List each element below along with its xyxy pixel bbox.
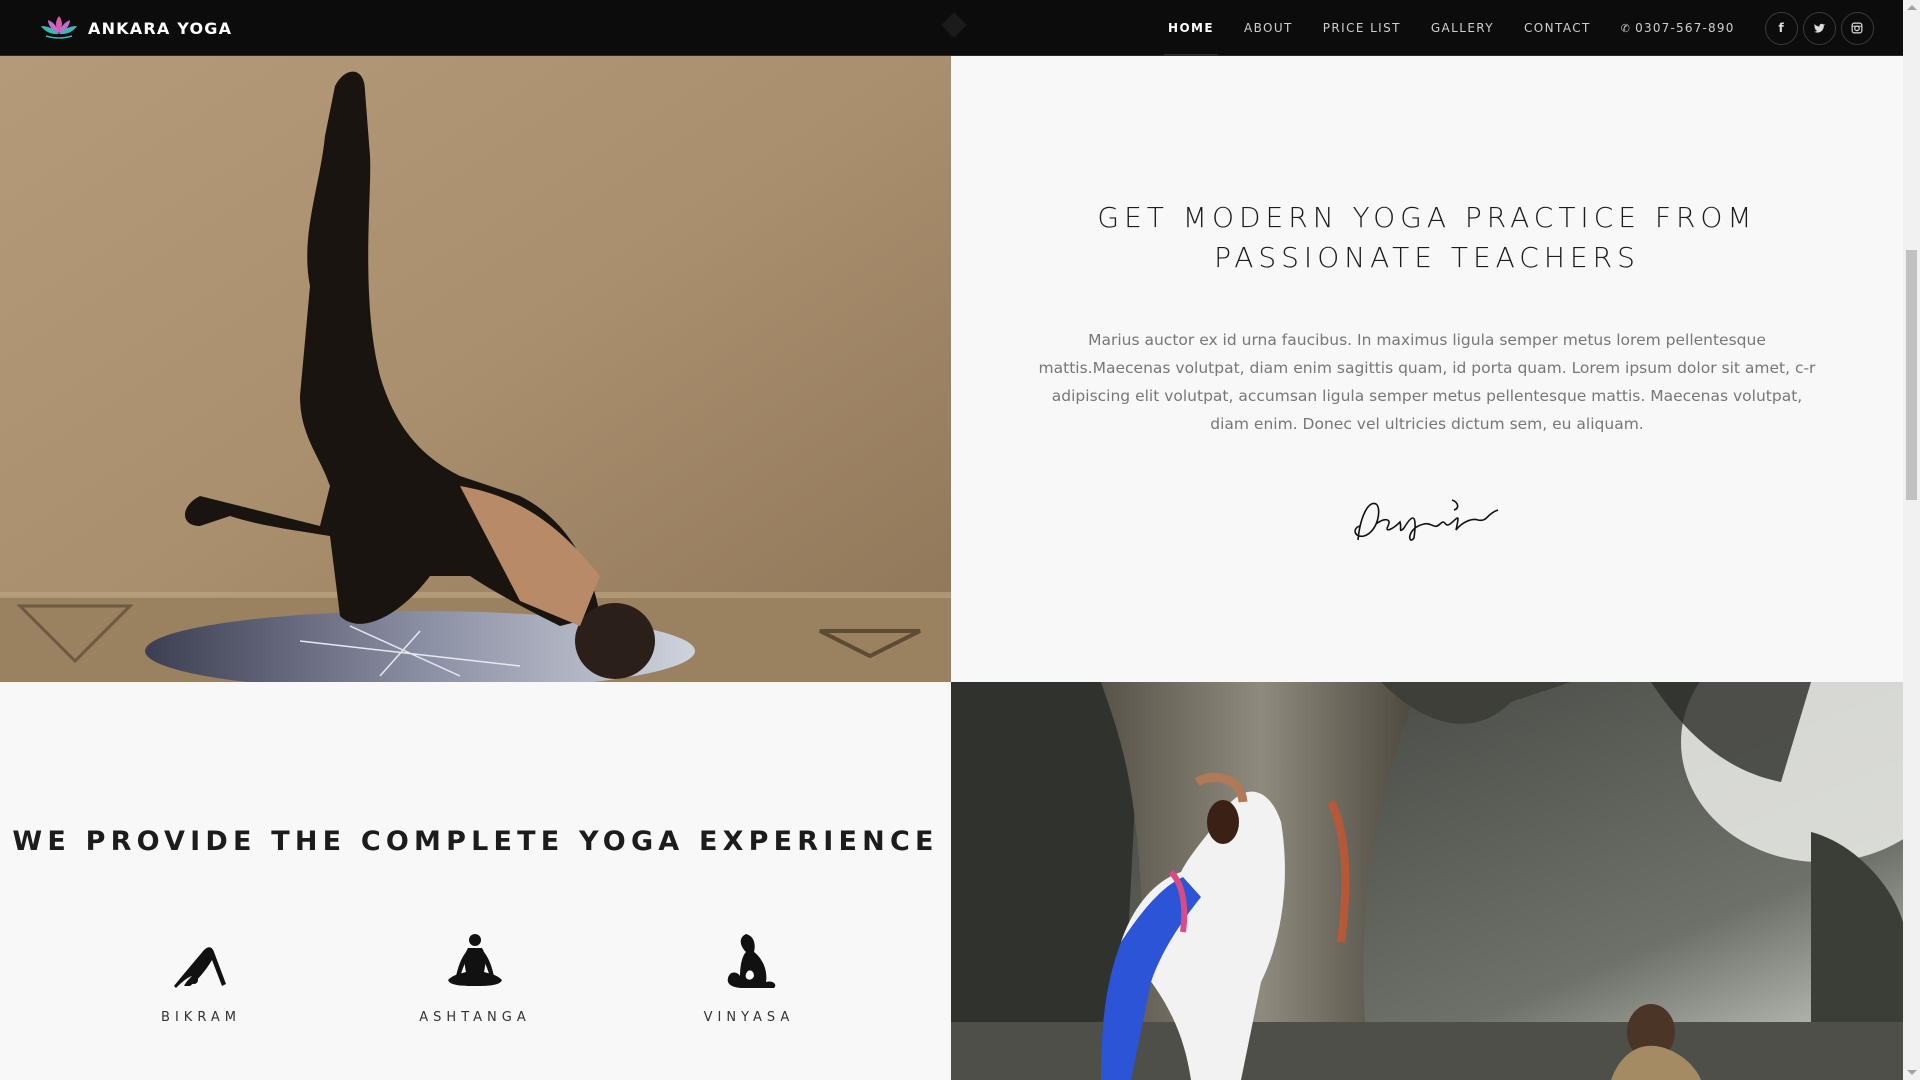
twitter-icon[interactable] [1802, 11, 1836, 45]
experience-heading: WE PROVIDE THE COMPLETE YOGA EXPERIENCE [12, 826, 939, 857]
facebook-icon[interactable]: f [1764, 11, 1798, 45]
brand-name: ANKARA YOGA [88, 18, 233, 38]
phone-icon: ✆ [1620, 22, 1632, 35]
nav-home[interactable]: HOME [1164, 0, 1218, 56]
intro-section: GET MODERN YOGA PRACTICE FROM PASSIONATE… [951, 56, 1903, 682]
instagram-icon[interactable] [1840, 11, 1874, 45]
style-label: BIKRAM [161, 1010, 241, 1025]
nav-contact[interactable]: CONTACT [1524, 0, 1591, 56]
nav-phone[interactable]: ✆ 0307-567-890 [1621, 21, 1735, 35]
nav-center-ornament [941, 12, 967, 38]
social-links: f [1764, 11, 1874, 45]
style-bikram[interactable]: BIKRAM [111, 930, 291, 1025]
woman-yoga-under-tree-photo [951, 682, 1903, 1080]
style-label: ASHTANGA [419, 1010, 531, 1025]
scroll-up-arrow[interactable] [1907, 5, 1917, 10]
scroll-down-arrow[interactable] [1907, 1070, 1917, 1075]
main-nav: HOME ABOUT PRICE LIST GALLERY CONTACT ✆ 0… [1164, 0, 1874, 56]
king-pigeon-pose-icon [727, 934, 776, 988]
experience-section: WE PROVIDE THE COMPLETE YOGA EXPERIENCE … [0, 682, 951, 1080]
navbar: ANKARA YOGA HOME ABOUT PRICE LIST GALLER… [0, 0, 1903, 56]
style-label: VINYASA [703, 1010, 795, 1025]
nav-price-list[interactable]: PRICE LIST [1323, 0, 1401, 56]
lotus-meditation-pose-icon [448, 934, 502, 986]
page-scrollbar[interactable] [1903, 0, 1920, 1080]
nav-gallery[interactable]: GALLERY [1431, 0, 1494, 56]
man-yoga-handstand-photo [0, 56, 951, 682]
signature-graphic [1354, 499, 1499, 541]
phone-number: 0307-567-890 [1635, 21, 1735, 35]
lotus-icon [40, 13, 78, 44]
intro-paragraph: Marius auctor ex id urna faucibus. In ma… [1038, 331, 1816, 433]
style-ashtanga[interactable]: ASHTANGA [385, 930, 565, 1025]
brand[interactable]: ANKARA YOGA [40, 0, 232, 56]
style-vinyasa[interactable]: VINYASA [659, 930, 839, 1025]
downward-dog-pose-icon [174, 947, 226, 988]
scroll-thumb[interactable] [1906, 250, 1917, 500]
intro-heading: GET MODERN YOGA PRACTICE FROM PASSIONATE… [1097, 201, 1757, 274]
nav-about[interactable]: ABOUT [1244, 0, 1293, 56]
